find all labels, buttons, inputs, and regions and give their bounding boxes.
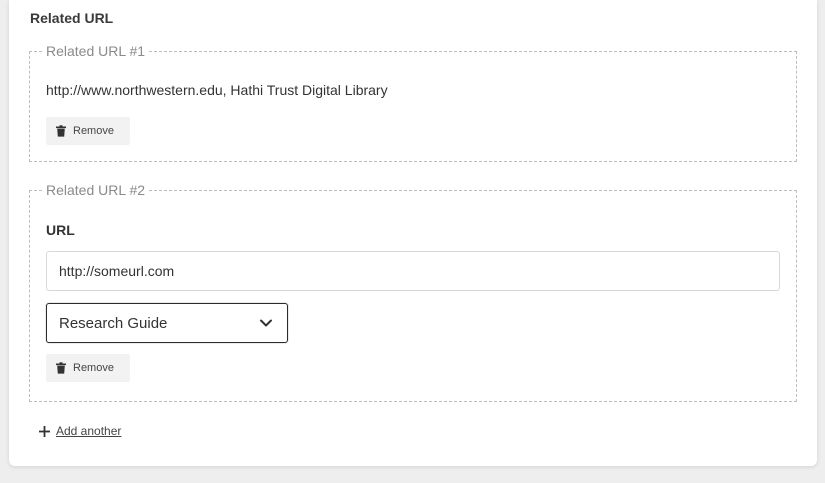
related-url-entry-1: Related URL #1 http://www.northwestern.e… bbox=[29, 43, 797, 162]
trash-icon bbox=[56, 125, 66, 137]
url-type-selected-value: Research Guide bbox=[59, 314, 168, 332]
chevron-down-icon bbox=[260, 319, 272, 327]
remove-label: Remove bbox=[73, 362, 114, 374]
entry-2-legend: Related URL #2 bbox=[44, 182, 148, 198]
entry-1-legend: Related URL #1 bbox=[44, 43, 148, 59]
trash-icon bbox=[56, 362, 66, 374]
url-input[interactable] bbox=[46, 251, 780, 291]
remove-entry-2-button[interactable]: Remove bbox=[46, 354, 130, 382]
related-url-card: Related URL Related URL #1 http://www.no… bbox=[9, 0, 817, 466]
remove-label: Remove bbox=[73, 125, 114, 137]
add-another-label: Add another bbox=[56, 424, 122, 438]
remove-entry-1-button[interactable]: Remove bbox=[46, 117, 130, 145]
entry-1-url-text: http://www.northwestern.edu, Hathi Trust… bbox=[46, 82, 388, 98]
section-title: Related URL bbox=[30, 10, 114, 26]
plus-icon bbox=[39, 425, 50, 437]
add-another-link[interactable]: Add another bbox=[39, 424, 121, 438]
url-field-label: URL bbox=[46, 222, 75, 238]
url-type-select[interactable]: Research Guide bbox=[46, 303, 288, 343]
related-url-entry-2: Related URL #2 URL Research Guide Remove bbox=[29, 182, 797, 402]
